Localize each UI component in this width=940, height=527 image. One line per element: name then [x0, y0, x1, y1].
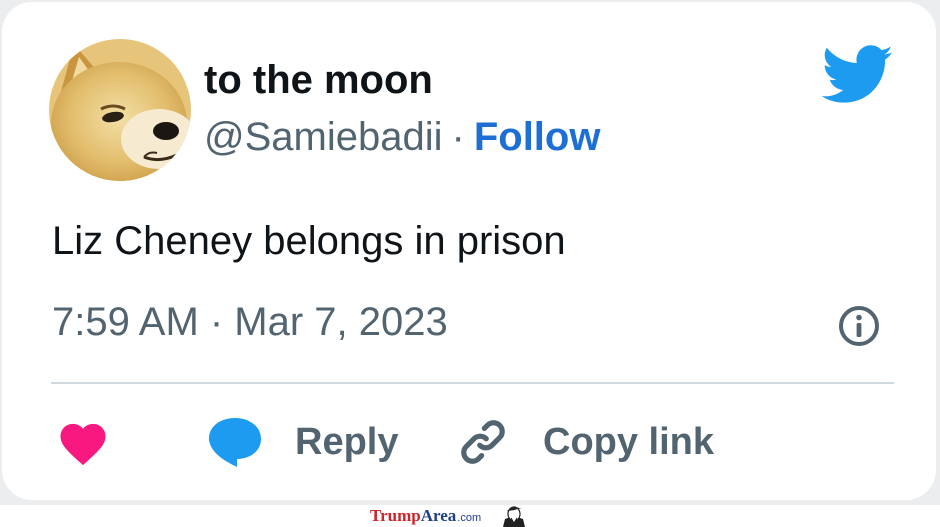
tweet-card: to the moon @Samiebadii · Follow Liz Chene… — [2, 2, 936, 500]
tweet-timestamp[interactable]: 7:59 AM · Mar 7, 2023 — [52, 300, 448, 345]
reply-button[interactable]: Reply — [207, 412, 398, 472]
watermark-trump-text: Trump — [370, 506, 421, 525]
site-watermark: Trump Area .com — [370, 505, 533, 527]
watermark-com-text: .com — [457, 512, 482, 524]
reply-label: Reply — [295, 420, 399, 463]
doge-avatar-image — [49, 39, 191, 181]
tweet-text: Liz Cheney belongs in prison — [52, 219, 566, 263]
heart-icon — [60, 423, 106, 466]
info-icon[interactable] — [837, 304, 881, 348]
divider — [51, 382, 894, 384]
user-handle[interactable]: @Samiebadii — [204, 115, 443, 159]
copy-link-button[interactable]: Copy link — [457, 412, 714, 472]
watermark-face-icon — [503, 506, 526, 527]
follow-button[interactable]: Follow — [474, 115, 601, 159]
twitter-bird-icon[interactable] — [822, 45, 894, 105]
like-button[interactable] — [56, 412, 110, 472]
tweet-embed-frame: to the moon @Samiebadii · Follow Liz Chene… — [0, 0, 940, 505]
handle-separator: · — [451, 115, 465, 159]
link-icon — [461, 420, 505, 464]
display-name[interactable]: to the moon — [204, 58, 433, 103]
watermark-area-text: Area — [420, 506, 457, 525]
speech-bubble-icon — [208, 418, 261, 467]
copy-link-label: Copy link — [543, 420, 715, 463]
avatar[interactable] — [49, 39, 191, 181]
handle-line: @Samiebadii · Follow — [204, 115, 600, 160]
